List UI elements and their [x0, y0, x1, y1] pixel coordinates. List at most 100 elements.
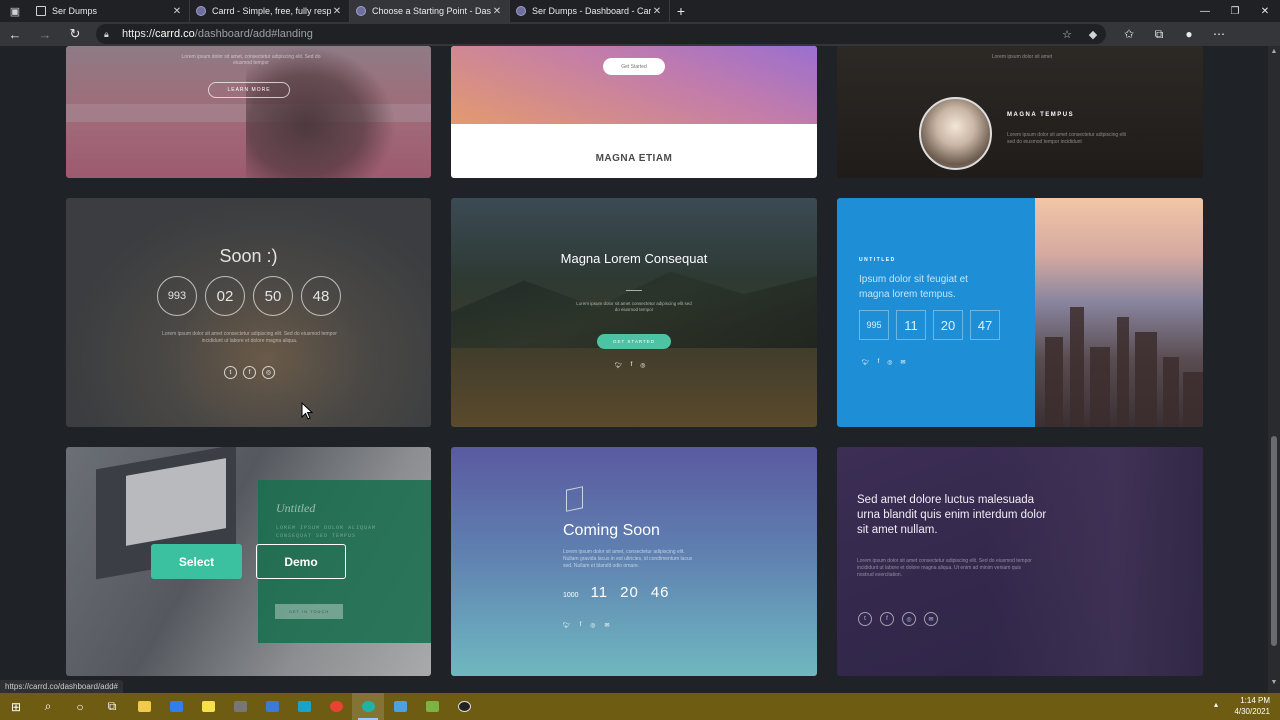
tab-actions-icon[interactable]: ▣	[0, 0, 30, 22]
template-card[interactable]: Lorem ipsum dolor sit amet, consectetur …	[66, 46, 431, 178]
obs-icon[interactable]	[448, 693, 480, 720]
forward-icon[interactable]: →	[30, 27, 60, 42]
card-text: Lorem ipsum dolor sit amet, consectetur …	[181, 54, 321, 66]
start-icon[interactable]: ⊞	[0, 693, 32, 720]
social-links: t f ◎ ✉	[858, 612, 938, 626]
facebook-icon: f	[579, 622, 582, 628]
page-scrollbar[interactable]: ▲ ▼	[1268, 46, 1280, 693]
template-card[interactable]: Sed amet dolore luctus malesuada urna bl…	[837, 447, 1203, 676]
instagram-icon: ◎	[262, 366, 275, 379]
facebook-icon: f	[877, 359, 880, 365]
template-card[interactable]: Coming Soon Lorem ipsum dolor sit amet, …	[451, 447, 817, 676]
scroll-down-icon[interactable]: ▼	[1268, 679, 1280, 691]
countdown-days: 1000	[563, 592, 579, 599]
mail-icon[interactable]	[160, 693, 192, 720]
countdown: 993 02 50 48	[157, 276, 341, 316]
edge-icon[interactable]	[352, 693, 384, 720]
card-title: Soon :)	[219, 246, 278, 266]
cortana-icon[interactable]: ○	[64, 693, 96, 720]
carrd-icon	[196, 6, 206, 16]
card-title: Sed amet dolore luctus malesuada urna bl…	[857, 494, 1047, 536]
close-window-icon[interactable]: ✕	[1250, 0, 1280, 22]
template-card[interactable]: Get Started MAGNA ETIAM	[451, 46, 817, 178]
twitter-icon: 🐦︎	[615, 363, 623, 369]
notes-app-icon[interactable]	[416, 693, 448, 720]
new-tab-button[interactable]: +	[670, 0, 692, 22]
minimize-icon[interactable]: —	[1190, 0, 1220, 22]
close-icon[interactable]: ✕	[171, 6, 183, 17]
refresh-icon[interactable]: ↻	[60, 26, 90, 42]
template-card[interactable]: Soon :) 993 02 50 48 Lorem ipsum dolor s…	[66, 198, 431, 427]
template-gallery: Lorem ipsum dolor sit amet, consectetur …	[0, 46, 1280, 693]
chrome-icon[interactable]	[320, 693, 352, 720]
tab-ser-dumps[interactable]: Ser Dumps ✕	[30, 0, 190, 22]
divider	[626, 290, 642, 291]
pen-app-icon[interactable]	[256, 693, 288, 720]
tab-choose-starting-point[interactable]: Choose a Starting Point - Dashb ✕	[350, 0, 510, 22]
get-started-button: Get Started	[603, 58, 665, 75]
clock-time: 1:14 PM	[1240, 696, 1270, 705]
window-controls: — ❐ ✕	[1190, 0, 1280, 22]
file-explorer-icon[interactable]	[128, 693, 160, 720]
card-text: Lorem ipsum dolor sit amet consectetur a…	[162, 331, 337, 344]
close-icon[interactable]: ✕	[651, 6, 663, 17]
address-bar[interactable]: 🔒︎ https://carrd.co/dashboard/add#landin…	[96, 24, 1106, 44]
close-icon[interactable]: ✕	[331, 6, 343, 17]
template-card[interactable]: Lorem ipsum dolor sit amet MAGNA TEMPUS …	[837, 46, 1203, 178]
editor-app-icon[interactable]	[384, 693, 416, 720]
template-card[interactable]: UNTITLED Ipsum dolor sit feugiat et magn…	[837, 198, 1203, 427]
countdown-seconds: 47	[970, 310, 1000, 340]
card-text: Lorem ipsum dolor sit amet, consectetur …	[563, 549, 693, 569]
building	[1045, 337, 1063, 427]
tab-carrd-dashboard[interactable]: Ser Dumps - Dashboard - Carrd ✕	[510, 0, 670, 22]
extension-icon[interactable]: ◆	[1080, 28, 1106, 41]
profile-icon[interactable]: ●	[1174, 27, 1204, 42]
restore-icon[interactable]: ❐	[1220, 0, 1250, 22]
instagram-icon: ◎	[887, 360, 893, 366]
sticky-notes-icon[interactable]	[192, 693, 224, 720]
task-view-icon[interactable]: ⧉	[96, 693, 128, 720]
tab-label: Choose a Starting Point - Dashb	[372, 6, 491, 16]
city-image	[1035, 198, 1203, 427]
template-card-hovered[interactable]: Untitled LOREM IPSUM DOLOR ALIQUAM CONSE…	[66, 447, 431, 676]
card-title: MAGNA ETIAM	[595, 153, 673, 164]
card-text: Lorem ipsum dolor sit amet consectetur a…	[1007, 132, 1126, 145]
tab-carrd-home[interactable]: Carrd - Simple, free, fully respon ✕	[190, 0, 350, 22]
learn-more-button: LEARN MORE	[208, 82, 290, 98]
demo-button[interactable]: Demo	[256, 544, 346, 579]
lock-icon[interactable]: 🔒︎	[104, 29, 114, 39]
social-links: t f ◎	[224, 366, 275, 379]
collections-icon[interactable]: ⧉	[1144, 27, 1174, 42]
get-in-touch-button: GET IN TOUCH	[275, 604, 343, 619]
tab-strip: ▣ Ser Dumps ✕ Carrd - Simple, free, full…	[0, 0, 1280, 22]
scroll-thumb[interactable]	[1271, 436, 1277, 646]
add-favorite-icon[interactable]: ☆	[1054, 28, 1080, 41]
menu-icon[interactable]: ⋯	[1204, 27, 1234, 42]
countdown-minutes: 50	[253, 276, 293, 316]
email-icon: ✉	[900, 360, 906, 366]
card-label: UNTITLED	[859, 257, 896, 263]
calculator-icon[interactable]	[224, 693, 256, 720]
favorites-icon[interactable]: ✩	[1114, 27, 1144, 42]
card-text: Lorem ipsum dolor sit amet consectetur a…	[857, 558, 1032, 578]
close-icon[interactable]: ✕	[491, 6, 503, 17]
card-text: Lorem ipsum dolor sit amet consectetur a…	[576, 301, 692, 312]
meet-app-icon[interactable]	[288, 693, 320, 720]
select-button[interactable]: Select	[151, 544, 242, 579]
twitter-icon: 🐦︎	[862, 360, 870, 366]
countdown-minutes: 20	[933, 310, 963, 340]
card-title: Magna Lorem Consequat	[560, 251, 708, 266]
system-clock[interactable]: 1:14 PM 4/30/2021	[1234, 695, 1270, 717]
taskbar: ⊞ ⌕ ○ ⧉ ▴ 1:14 PM 4/30/2021	[0, 693, 1280, 720]
clock-date: 4/30/2021	[1234, 707, 1270, 716]
instagram-icon: ◎	[640, 363, 646, 369]
email-icon: ✉	[924, 612, 938, 626]
template-card[interactable]: Magna Lorem Consequat Lorem ipsum dolor …	[451, 198, 817, 427]
countdown-seconds: 46	[650, 584, 670, 601]
scroll-up-icon[interactable]: ▲	[1268, 48, 1280, 60]
document-icon	[36, 6, 46, 16]
tray-chevron-icon[interactable]: ▴	[1214, 700, 1218, 709]
address-url[interactable]: https://carrd.co/dashboard/add#landing	[122, 28, 313, 40]
search-icon[interactable]: ⌕	[32, 693, 64, 720]
back-icon[interactable]: ←	[0, 27, 30, 42]
